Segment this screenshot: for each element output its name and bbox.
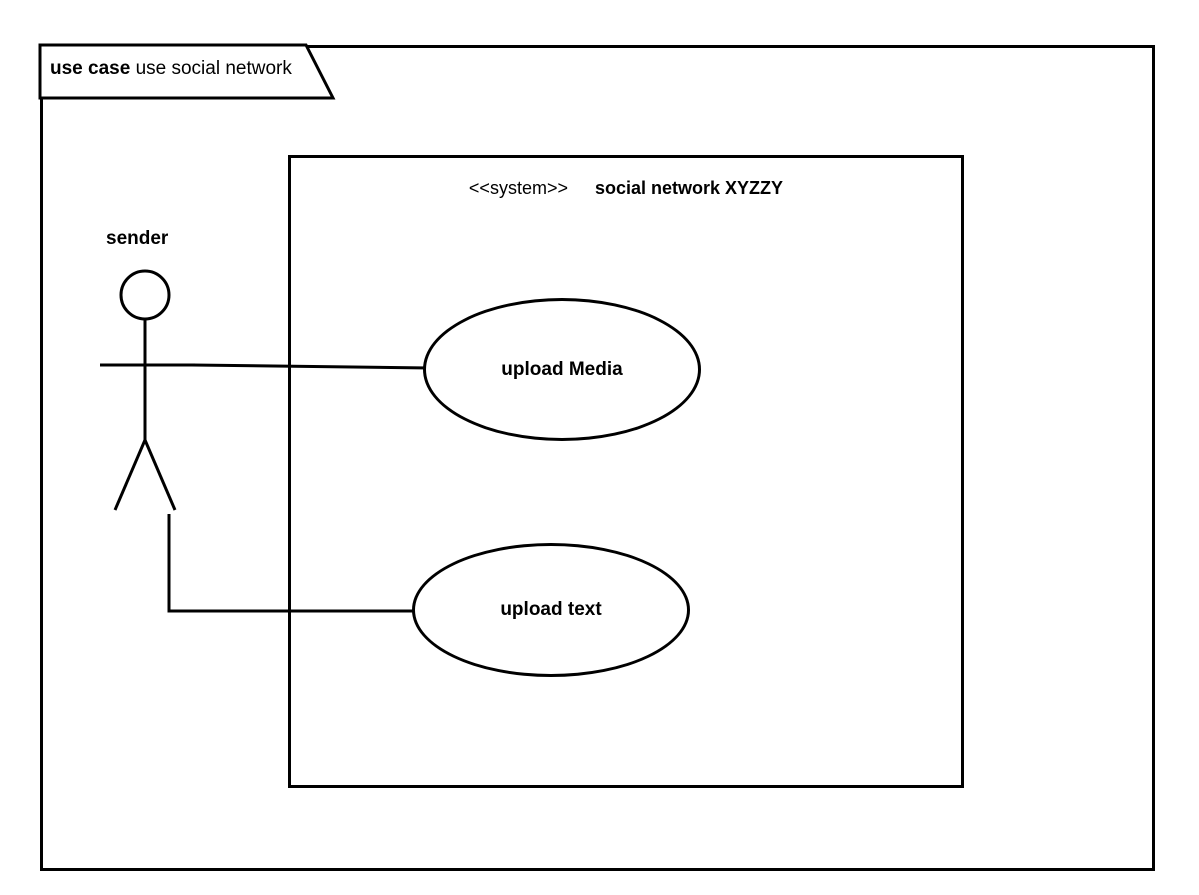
- title-name: use social network: [136, 58, 292, 79]
- system-stereotype: <<system>>: [469, 178, 568, 198]
- system-header: <<system>> social network XYZZY: [291, 178, 961, 199]
- diagram-title: use case use social network: [50, 58, 292, 80]
- system-name: social network XYZZY: [595, 178, 783, 198]
- actor-label: sender: [106, 228, 168, 250]
- usecase-label: upload text: [500, 599, 601, 621]
- diagram-canvas: use case use social network <<system>> s…: [0, 0, 1199, 895]
- title-prefix: use case: [50, 58, 130, 79]
- usecase-label: upload Media: [501, 359, 622, 381]
- usecase-upload-text: upload text: [412, 543, 690, 677]
- actor-icon: [95, 265, 215, 530]
- usecase-upload-media: upload Media: [423, 298, 701, 441]
- system-boundary: <<system>> social network XYZZY: [288, 155, 964, 788]
